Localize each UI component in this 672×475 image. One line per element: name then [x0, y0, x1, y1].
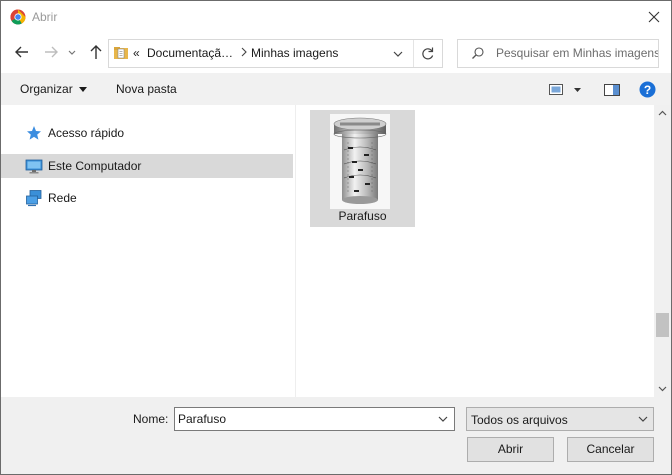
vertical-scrollbar[interactable] — [654, 105, 671, 397]
screw-thumbnail-image — [330, 114, 390, 209]
file-type-select[interactable]: Todos os arquivos — [466, 407, 654, 431]
view-options-icon — [549, 84, 581, 95]
new-folder-button[interactable]: Nova pasta — [116, 82, 177, 96]
scrollbar-thumb[interactable] — [656, 313, 669, 337]
change-view-button[interactable] — [547, 82, 585, 98]
star-icon — [27, 126, 41, 140]
arrow-up-icon — [90, 45, 102, 59]
caret-down-icon — [78, 87, 87, 93]
chevron-down-icon — [638, 416, 648, 422]
breadcrumb-minhas-imagens[interactable]: Minhas imagens — [251, 46, 338, 60]
organize-button[interactable]: Organizar — [20, 82, 87, 96]
nav-item-quick-access[interactable]: Acesso rápido — [1, 121, 293, 145]
file-name-input[interactable] — [178, 408, 428, 430]
window-title: Abrir — [32, 10, 58, 24]
nav-item-label: Acesso rápido — [48, 126, 125, 140]
cancel-button[interactable]: Cancelar — [567, 437, 654, 462]
address-history-button[interactable] — [387, 40, 409, 67]
scroll-up-button[interactable] — [654, 105, 671, 122]
file-name-label: Parafuso — [338, 209, 387, 223]
navigation-bar: « Documentaçã… Minhas imagens — [1, 33, 671, 73]
chevron-down-icon — [438, 416, 448, 422]
navigation-pane: Acesso rápido Este Computador Rede — [1, 105, 294, 397]
overflow-chevron[interactable]: « — [133, 46, 140, 60]
chevron-down-icon — [68, 50, 76, 55]
close-icon — [648, 11, 660, 23]
computer-icon — [25, 159, 43, 174]
scroll-down-button[interactable] — [654, 380, 671, 397]
nav-item-label: Este Computador — [48, 159, 142, 173]
address-bar[interactable]: « Documentaçã… Minhas imagens — [108, 39, 443, 68]
breadcrumb-separator-icon[interactable] — [240, 45, 248, 62]
file-type-value: Todos os arquivos — [471, 413, 568, 427]
file-name-dropdown-button[interactable] — [433, 408, 453, 430]
close-button[interactable] — [637, 3, 671, 31]
file-item-parafuso[interactable]: Parafuso — [310, 110, 415, 227]
organize-label: Organizar — [20, 82, 73, 96]
help-button[interactable]: ? — [639, 81, 656, 98]
network-icon — [26, 190, 42, 207]
file-name-label: Nome: — [133, 412, 169, 426]
arrow-right-icon — [45, 46, 58, 58]
chrome-icon — [10, 9, 26, 25]
up-button[interactable] — [85, 41, 107, 63]
file-name-combobox[interactable] — [174, 407, 455, 431]
back-button[interactable] — [11, 41, 33, 63]
arrow-left-icon — [15, 46, 28, 58]
search-box[interactable] — [457, 39, 659, 68]
bottom-panel: Nome: Todos os arquivos Abrir Cancelar — [1, 397, 671, 474]
title-bar: Abrir — [1, 1, 671, 33]
preview-pane-icon — [604, 84, 620, 96]
chevron-down-icon — [393, 51, 403, 57]
nav-item-label: Rede — [48, 191, 77, 205]
recent-locations-button[interactable] — [65, 41, 79, 63]
forward-button[interactable] — [40, 41, 62, 63]
breadcrumb-documents[interactable]: Documentaçã… — [147, 46, 233, 60]
open-file-dialog: Abrir « Documentaçã… Minhas imagens Pesq… — [0, 0, 672, 475]
refresh-icon — [422, 47, 434, 60]
nav-item-this-pc[interactable]: Este Computador — [1, 154, 293, 178]
search-input[interactable] — [496, 40, 658, 65]
open-button[interactable]: Abrir — [467, 437, 554, 462]
search-icon — [472, 47, 484, 59]
documents-folder-icon — [114, 47, 128, 59]
chevron-up-icon — [658, 110, 667, 116]
command-bar: Organizar Nova pasta ? — [1, 73, 671, 105]
nav-item-network[interactable]: Rede — [1, 186, 293, 210]
help-icon: ? — [639, 81, 656, 98]
chevron-down-icon — [658, 386, 667, 392]
refresh-button[interactable] — [413, 40, 442, 67]
svg-text:?: ? — [644, 83, 651, 97]
file-list: Parafuso — [296, 105, 654, 397]
preview-pane-button[interactable] — [603, 82, 621, 98]
